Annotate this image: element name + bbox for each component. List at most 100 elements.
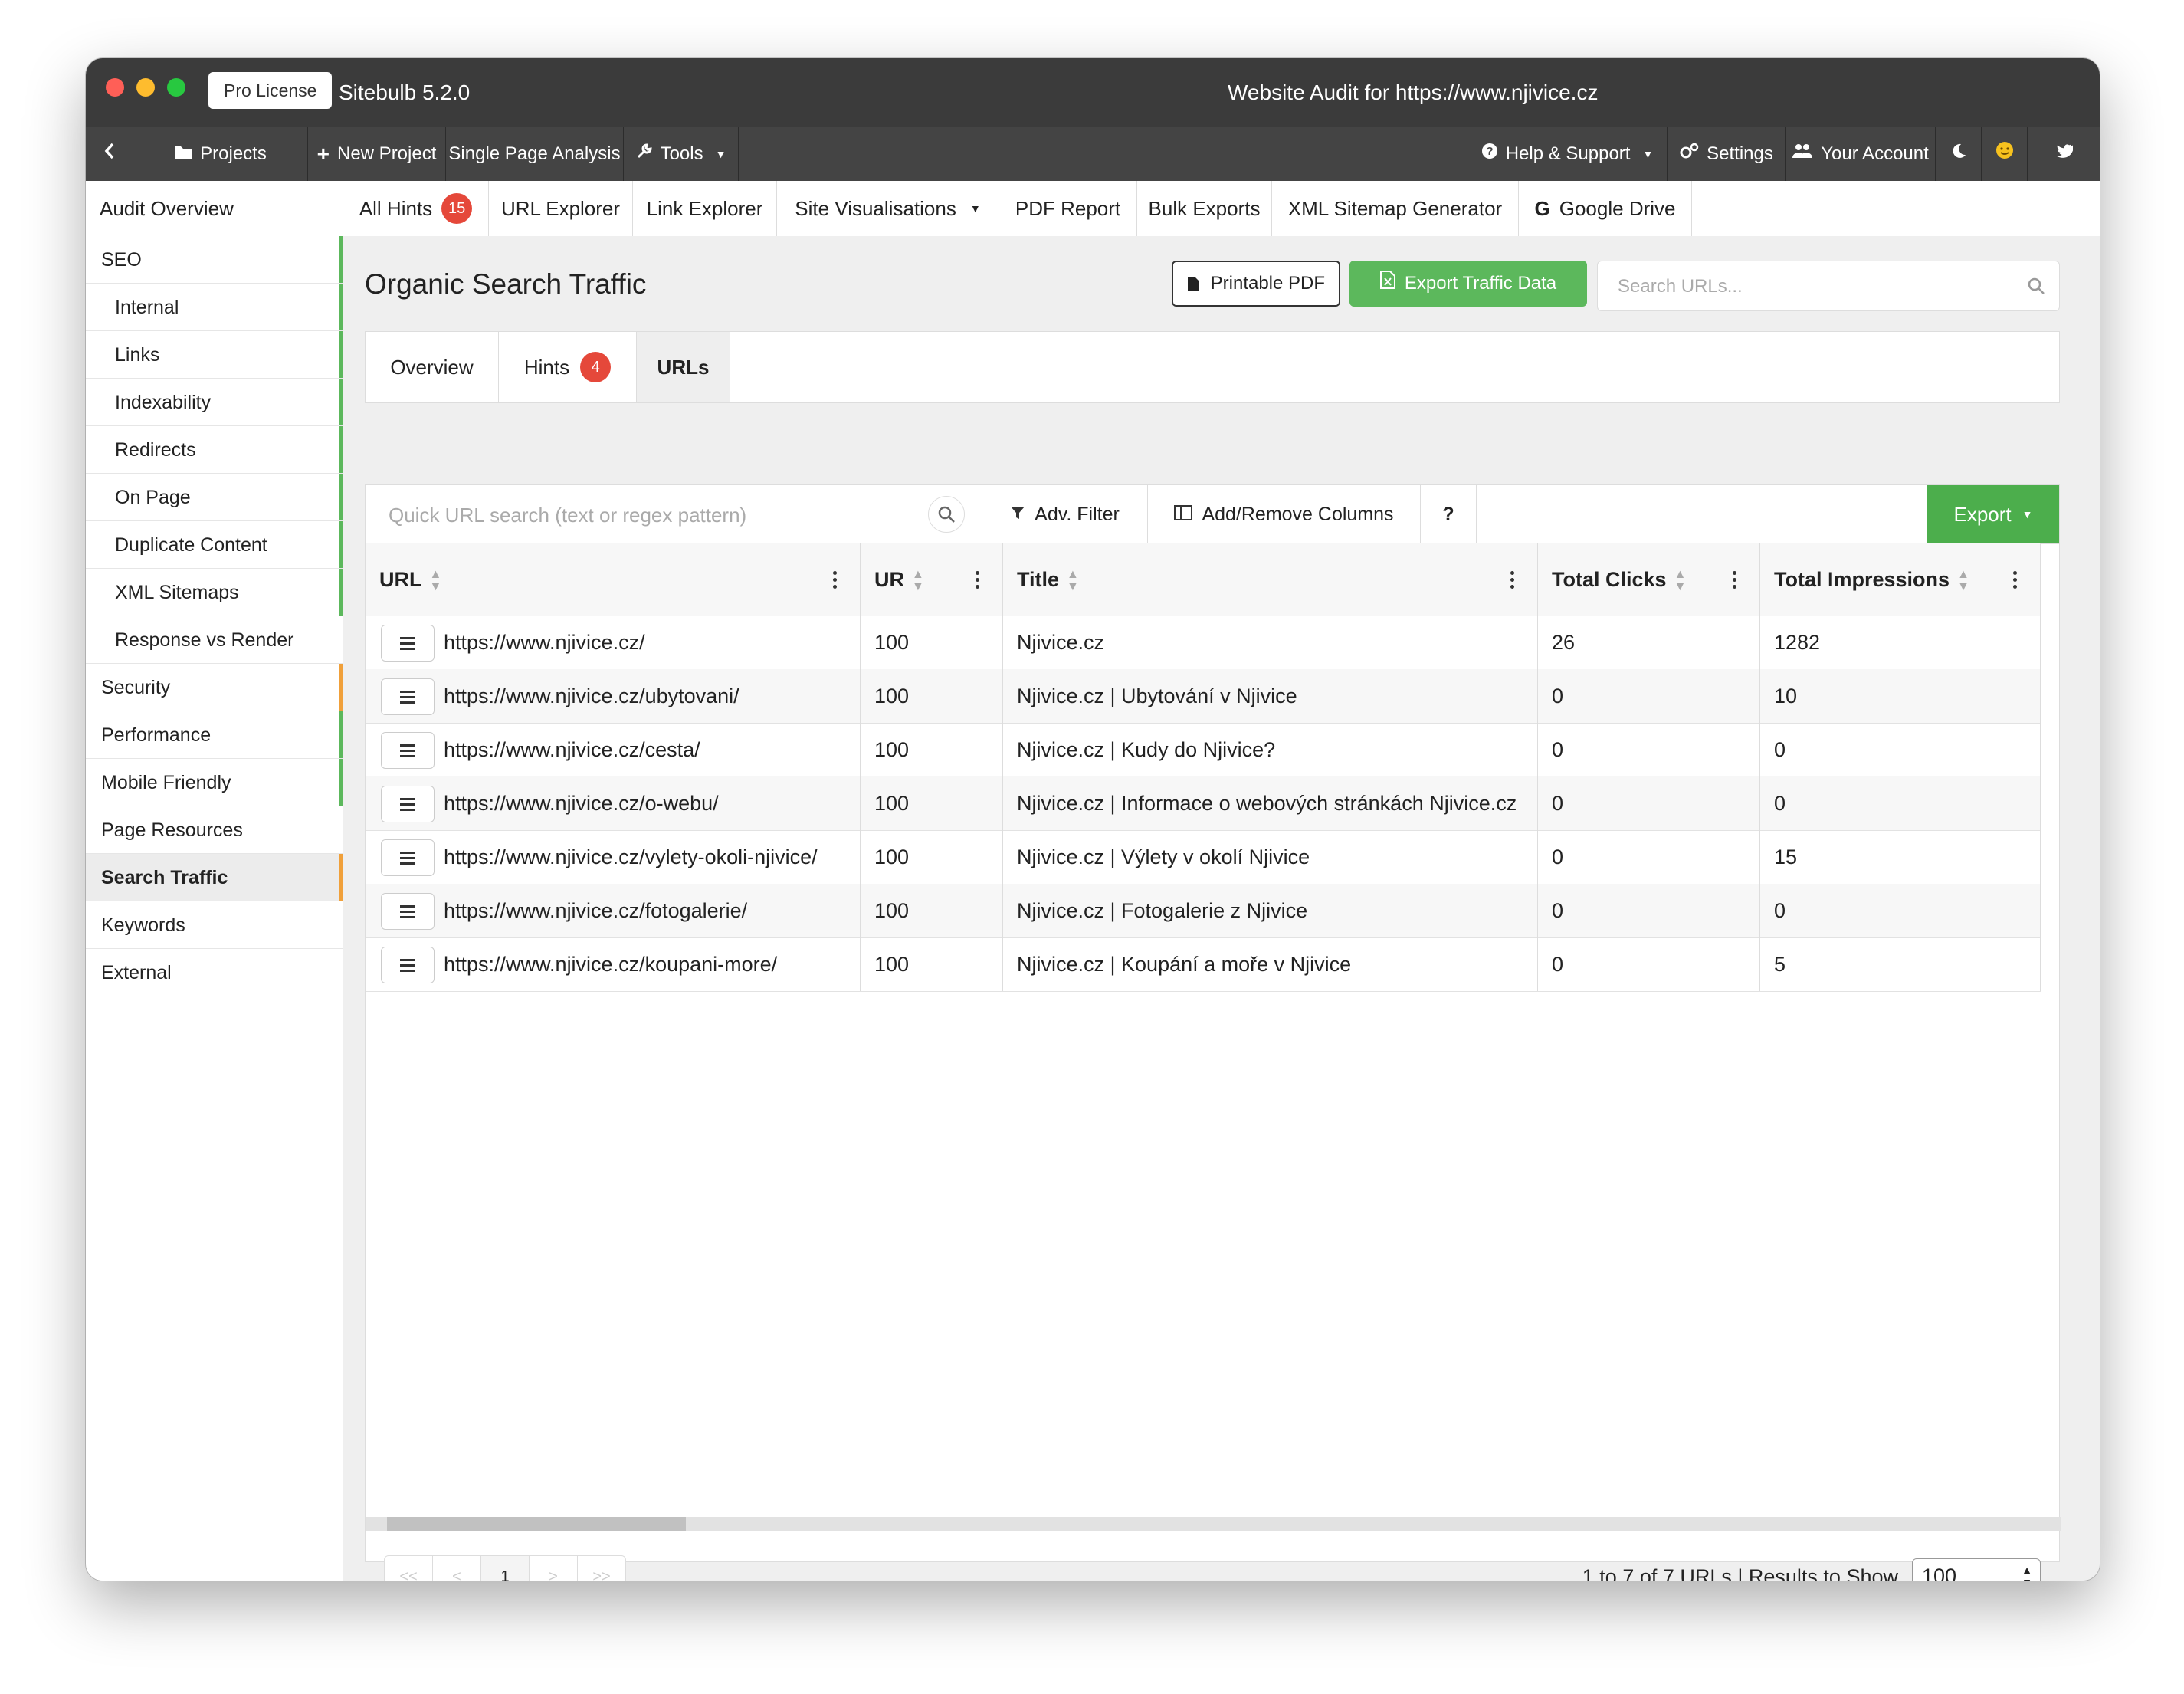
column-menu-icon[interactable] bbox=[975, 543, 979, 616]
sidebar-item-security[interactable]: Security bbox=[86, 664, 343, 711]
tab-site-visualisations[interactable]: Site Visualisations ▼ bbox=[777, 181, 999, 236]
feedback-button[interactable] bbox=[1982, 127, 2028, 181]
column-header-ur[interactable]: UR ▲ ▼ bbox=[861, 543, 1003, 616]
sort-icon[interactable]: ▲ ▼ bbox=[1674, 568, 1687, 593]
url-link[interactable]: https://www.njivice.cz/cesta/ bbox=[444, 738, 700, 761]
wrench-icon bbox=[636, 127, 653, 181]
row-menu-icon[interactable] bbox=[381, 732, 435, 769]
title-bar: Pro License Sitebulb 5.2.0 Website Audit… bbox=[86, 58, 2100, 127]
column-header-title[interactable]: Title ▲ ▼ bbox=[1003, 543, 1538, 616]
add-remove-columns-button[interactable]: Add/Remove Columns bbox=[1147, 485, 1420, 543]
horizontal-scrollbar[interactable] bbox=[366, 1517, 2061, 1531]
last-page-button[interactable]: >> bbox=[578, 1556, 625, 1581]
single-page-analysis-button[interactable]: Single Page Analysis bbox=[446, 127, 624, 181]
url-link[interactable]: https://www.njivice.cz/o-webu/ bbox=[444, 792, 719, 815]
sidebar-item-links[interactable]: Links bbox=[86, 331, 343, 379]
dark-mode-toggle[interactable] bbox=[1936, 127, 1982, 181]
export-traffic-data-button[interactable]: Export Traffic Data bbox=[1349, 261, 1587, 307]
table-row: https://www.njivice.cz/fotogalerie/ 100 … bbox=[366, 884, 2041, 938]
ur-cell: 100 bbox=[861, 616, 1003, 669]
sidebar-item-seo[interactable]: SEO bbox=[86, 236, 343, 284]
help-support-menu[interactable]: ? Help & Support ▼ bbox=[1467, 127, 1668, 181]
sort-icon[interactable]: ▲ ▼ bbox=[912, 568, 924, 593]
tab-overview-label: Overview bbox=[390, 356, 474, 379]
sidebar-item-internal[interactable]: Internal bbox=[86, 284, 343, 331]
search-icon[interactable] bbox=[2027, 277, 2045, 299]
printable-pdf-button[interactable]: Printable PDF bbox=[1172, 261, 1340, 307]
tab-url-explorer[interactable]: URL Explorer bbox=[489, 181, 633, 236]
tab-overview[interactable]: Overview bbox=[366, 332, 499, 402]
settings-button[interactable]: Settings bbox=[1668, 127, 1786, 181]
results-to-show-select[interactable]: 100 ▲▼ bbox=[1912, 1558, 2041, 1581]
url-link[interactable]: https://www.njivice.cz/fotogalerie/ bbox=[444, 899, 747, 922]
first-page-button[interactable]: << bbox=[385, 1556, 433, 1581]
url-link[interactable]: https://www.njivice.cz/koupani-more/ bbox=[444, 953, 777, 976]
tab-urls[interactable]: URLs bbox=[637, 332, 730, 402]
sidebar-item-indexability[interactable]: Indexability bbox=[86, 379, 343, 426]
sidebar-item-on-page[interactable]: On Page bbox=[86, 474, 343, 521]
new-project-button[interactable]: + New Project bbox=[308, 127, 446, 181]
next-page-button[interactable]: > bbox=[530, 1556, 578, 1581]
tab-pdf-report[interactable]: PDF Report bbox=[999, 181, 1137, 236]
folder-icon bbox=[174, 127, 192, 181]
close-window-button[interactable] bbox=[106, 78, 124, 97]
column-header-total-clicks[interactable]: Total Clicks ▲ ▼ bbox=[1538, 543, 1760, 616]
sidebar-item-performance[interactable]: Performance bbox=[86, 711, 343, 759]
tab-google-drive[interactable]: G Google Drive bbox=[1519, 181, 1692, 236]
sidebar-item-response-vs-render[interactable]: Response vs Render bbox=[86, 616, 343, 664]
search-urls-input[interactable] bbox=[1616, 261, 2018, 312]
back-button[interactable] bbox=[86, 127, 133, 181]
sidebar-item-external[interactable]: External bbox=[86, 949, 343, 996]
row-menu-icon[interactable] bbox=[381, 839, 435, 876]
search-icon[interactable] bbox=[928, 496, 965, 533]
tools-menu[interactable]: Tools ▼ bbox=[624, 127, 739, 181]
url-link[interactable]: https://www.njivice.cz/vylety-okoli-njiv… bbox=[444, 845, 818, 868]
tab-hints[interactable]: Hints 4 bbox=[499, 332, 637, 402]
sidebar-item-page-resources[interactable]: Page Resources bbox=[86, 806, 343, 854]
url-link[interactable]: https://www.njivice.cz/ bbox=[444, 631, 645, 654]
clicks-cell: 0 bbox=[1538, 669, 1760, 723]
row-menu-icon[interactable] bbox=[381, 625, 435, 662]
sidebar-item-mobile-friendly[interactable]: Mobile Friendly bbox=[86, 759, 343, 806]
sidebar-item-keywords[interactable]: Keywords bbox=[86, 901, 343, 949]
row-menu-icon[interactable] bbox=[381, 947, 435, 983]
tab-link-explorer[interactable]: Link Explorer bbox=[633, 181, 777, 236]
sidebar-item-xml-sitemaps[interactable]: XML Sitemaps bbox=[86, 569, 343, 616]
column-menu-icon[interactable] bbox=[832, 543, 837, 616]
tab-xml-sitemap-generator[interactable]: XML Sitemap Generator bbox=[1272, 181, 1519, 236]
adv-filter-button[interactable]: Adv. Filter bbox=[982, 485, 1147, 543]
app-version: Sitebulb 5.2.0 bbox=[339, 80, 471, 104]
column-header-url[interactable]: URL ▲ ▼ bbox=[366, 543, 861, 616]
twitter-button[interactable] bbox=[2028, 127, 2100, 181]
column-menu-icon[interactable] bbox=[1732, 543, 1736, 616]
quick-url-search-input[interactable] bbox=[387, 485, 926, 545]
page-1-button[interactable]: 1 bbox=[481, 1556, 530, 1581]
url-link[interactable]: https://www.njivice.cz/ubytovani/ bbox=[444, 684, 739, 707]
scrollbar-thumb[interactable] bbox=[387, 1517, 686, 1531]
sort-icon[interactable]: ▲ ▼ bbox=[1067, 568, 1079, 593]
prev-page-button[interactable]: < bbox=[433, 1556, 481, 1581]
sidebar-item-redirects[interactable]: Redirects bbox=[86, 426, 343, 474]
column-header-total-impressions[interactable]: Total Impressions ▲ ▼ bbox=[1760, 543, 2041, 616]
sidebar-item-duplicate-content[interactable]: Duplicate Content bbox=[86, 521, 343, 569]
main-toolbar: Projects + New Project Single Page Analy… bbox=[86, 127, 2100, 181]
column-menu-icon[interactable] bbox=[2012, 543, 2017, 616]
export-traffic-label: Export Traffic Data bbox=[1404, 273, 1557, 294]
sidebar-item-search-traffic[interactable]: Search Traffic bbox=[86, 854, 343, 901]
export-button[interactable]: Export ▼ bbox=[1927, 485, 2059, 543]
projects-button[interactable]: Projects bbox=[133, 127, 308, 181]
row-menu-icon[interactable] bbox=[381, 893, 435, 930]
help-button[interactable]: ? bbox=[1420, 485, 1477, 543]
maximize-window-button[interactable] bbox=[167, 78, 185, 97]
tab-bulk-exports[interactable]: Bulk Exports bbox=[1137, 181, 1272, 236]
tab-audit-overview[interactable]: Audit Overview bbox=[86, 181, 343, 236]
column-menu-icon[interactable] bbox=[1510, 543, 1514, 616]
sort-icon[interactable]: ▲ ▼ bbox=[1957, 568, 1969, 593]
your-account-button[interactable]: Your Account bbox=[1786, 127, 1936, 181]
sort-icon[interactable]: ▲ ▼ bbox=[430, 568, 442, 593]
row-menu-icon[interactable] bbox=[381, 678, 435, 715]
tab-all-hints[interactable]: All Hints 15 bbox=[343, 181, 489, 236]
row-menu-icon[interactable] bbox=[381, 786, 435, 822]
account-label: Your Account bbox=[1821, 143, 1929, 164]
minimize-window-button[interactable] bbox=[136, 78, 155, 97]
